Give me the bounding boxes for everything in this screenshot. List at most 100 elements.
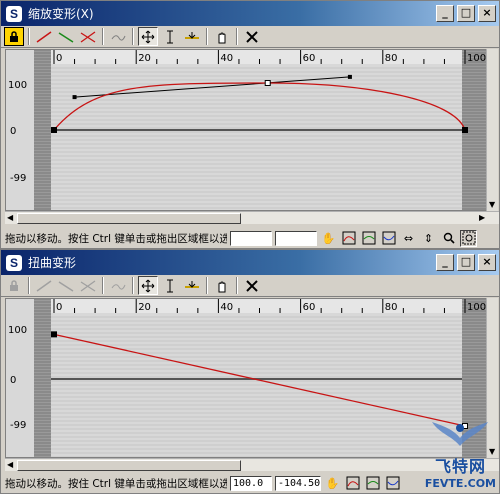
toolbar-separator xyxy=(28,28,30,45)
horizontal-scroll-thumb[interactable] xyxy=(17,460,241,471)
scale-deform-window: S 缩放变形(X) _ □ × 0 20 40 60 80 100 100 0 … xyxy=(0,0,500,249)
watermark-url: FEVTE.COM xyxy=(424,477,496,490)
toolbar-separator xyxy=(236,277,238,294)
zoom-horizontal-icon[interactable]: ⇔ xyxy=(400,230,417,247)
pan-hand-icon[interactable]: ✋ xyxy=(324,475,341,492)
title-bar[interactable]: S 扭曲变形 _ □ × xyxy=(1,250,499,275)
move-control-point-icon[interactable] xyxy=(138,276,158,295)
insert-corner-point-icon[interactable] xyxy=(182,276,202,295)
toolbar-separator xyxy=(102,28,104,45)
zoom-horizontal-extents-icon[interactable] xyxy=(364,475,381,492)
curve-graph[interactable]: 0 20 40 60 80 100 100 0 -99 xyxy=(5,298,487,458)
zoom-vertical-icon[interactable]: ⇕ xyxy=(420,230,437,247)
pan-hand-icon[interactable]: ✋ xyxy=(320,230,337,247)
display-x-axis-icon[interactable] xyxy=(34,276,54,295)
display-xy-axis-icon[interactable] xyxy=(78,27,98,46)
y-label-100: 100 xyxy=(8,325,27,336)
close-button[interactable]: × xyxy=(478,254,496,271)
swap-curves-icon[interactable] xyxy=(108,27,128,46)
ruler-label-100: 100 xyxy=(467,302,486,313)
display-y-axis-icon[interactable] xyxy=(56,27,76,46)
display-x-axis-icon[interactable] xyxy=(34,27,54,46)
title-bar[interactable]: S 缩放变形(X) _ □ × xyxy=(1,1,499,26)
scroll-left-arrow[interactable]: ◀ xyxy=(7,459,13,470)
status-bar: 拖动以移动。按住 Ctrl 键单击或拖出区域框以选 ✋ ⇔ ⇕ xyxy=(1,228,499,248)
display-xy-axis-icon[interactable] xyxy=(78,276,98,295)
ruler-label-40: 40 xyxy=(220,302,233,313)
maximize-button[interactable]: □ xyxy=(457,5,475,22)
bezier-handle-right[interactable] xyxy=(347,74,352,79)
minimize-button[interactable]: _ xyxy=(436,5,454,22)
ruler-label-20: 20 xyxy=(138,302,151,313)
ruler-label-20: 20 xyxy=(138,53,151,64)
minimize-button[interactable]: _ xyxy=(436,254,454,271)
reset-curve-icon[interactable] xyxy=(212,276,232,295)
zoom-region-icon[interactable] xyxy=(460,229,477,247)
point-x-field[interactable] xyxy=(230,230,272,246)
insert-corner-point-icon[interactable] xyxy=(182,27,202,46)
close-button[interactable]: × xyxy=(478,5,496,22)
toolbar-separator xyxy=(236,28,238,45)
scroll-right-arrow[interactable]: ▶ xyxy=(479,212,485,223)
scroll-left-arrow[interactable]: ◀ xyxy=(7,212,13,223)
horizontal-scroll-thumb[interactable] xyxy=(17,213,241,224)
scale-control-point-icon[interactable] xyxy=(160,27,180,46)
status-message: 拖动以移动。按住 Ctrl 键单击或拖出区域框以选 xyxy=(5,477,227,490)
status-message: 拖动以移动。按住 Ctrl 键单击或拖出区域框以选 xyxy=(5,232,227,245)
toolbar-separator xyxy=(132,277,134,294)
watermark-title: 飞特网 xyxy=(434,457,486,476)
toolbar-separator xyxy=(132,28,134,45)
ruler-label-80: 80 xyxy=(385,302,398,313)
curve-graph-svg[interactable]: 0 20 40 60 80 100 100 0 -99 xyxy=(6,50,487,211)
ruler-label-0: 0 xyxy=(56,53,62,64)
lock-aspect-icon[interactable] xyxy=(4,276,24,295)
delete-control-point-icon[interactable] xyxy=(242,27,262,46)
ruler-label-0: 0 xyxy=(56,302,62,313)
scroll-down-arrow[interactable]: ▼ xyxy=(489,199,495,210)
app-icon: S xyxy=(6,254,22,271)
zoom-value-extents-icon[interactable] xyxy=(384,475,401,492)
toolbar-separator xyxy=(102,277,104,294)
control-point-start[interactable] xyxy=(51,127,57,133)
point-y-field[interactable]: -104.505 xyxy=(275,475,321,491)
toolbar xyxy=(1,275,499,297)
display-y-axis-icon[interactable] xyxy=(56,276,76,295)
y-label-100: 100 xyxy=(8,80,27,91)
ruler-label-100: 100 xyxy=(467,53,486,64)
vertical-scrollbar[interactable]: ▼ xyxy=(486,49,498,211)
horizontal-scrollbar[interactable]: ◀ ▶ xyxy=(5,211,499,224)
zoom-extents-icon[interactable] xyxy=(340,230,357,247)
y-label-neg99: -99 xyxy=(10,420,26,431)
y-label-0: 0 xyxy=(10,126,16,137)
curve-graph-svg[interactable]: 0 20 40 60 80 100 100 0 -99 xyxy=(6,299,487,458)
zoom-horizontal-extents-icon[interactable] xyxy=(360,230,377,247)
top-ruler xyxy=(51,299,462,313)
toolbar-separator xyxy=(206,277,208,294)
bezier-handle-left[interactable] xyxy=(72,95,77,100)
point-x-field[interactable]: 100.0 xyxy=(230,475,272,491)
ruler-label-60: 60 xyxy=(303,302,316,313)
reset-curve-icon[interactable] xyxy=(212,27,232,46)
control-point-end[interactable] xyxy=(462,127,468,133)
toolbar-separator xyxy=(206,28,208,45)
window-title: 缩放变形(X) xyxy=(28,7,94,21)
toolbar xyxy=(1,26,499,48)
top-ruler xyxy=(51,50,462,64)
scale-control-point-icon[interactable] xyxy=(160,276,180,295)
maximize-button[interactable]: □ xyxy=(457,254,475,271)
swap-curves-icon[interactable] xyxy=(108,276,128,295)
zoom-extents-icon[interactable] xyxy=(344,475,361,492)
control-point-start[interactable] xyxy=(51,331,57,338)
control-point-middle[interactable] xyxy=(264,80,271,86)
delete-control-point-icon[interactable] xyxy=(242,276,262,295)
point-y-field[interactable] xyxy=(275,230,317,246)
ruler-label-40: 40 xyxy=(220,53,233,64)
y-label-neg99: -99 xyxy=(10,173,26,184)
curve-graph[interactable]: 0 20 40 60 80 100 100 0 -99 xyxy=(5,49,487,211)
zoom-icon[interactable] xyxy=(440,230,457,247)
move-control-point-icon[interactable] xyxy=(138,27,158,46)
zoom-value-extents-icon[interactable] xyxy=(380,230,397,247)
y-label-0: 0 xyxy=(10,375,16,386)
lock-aspect-icon[interactable] xyxy=(4,27,24,46)
window-title: 扭曲变形 xyxy=(28,256,77,270)
